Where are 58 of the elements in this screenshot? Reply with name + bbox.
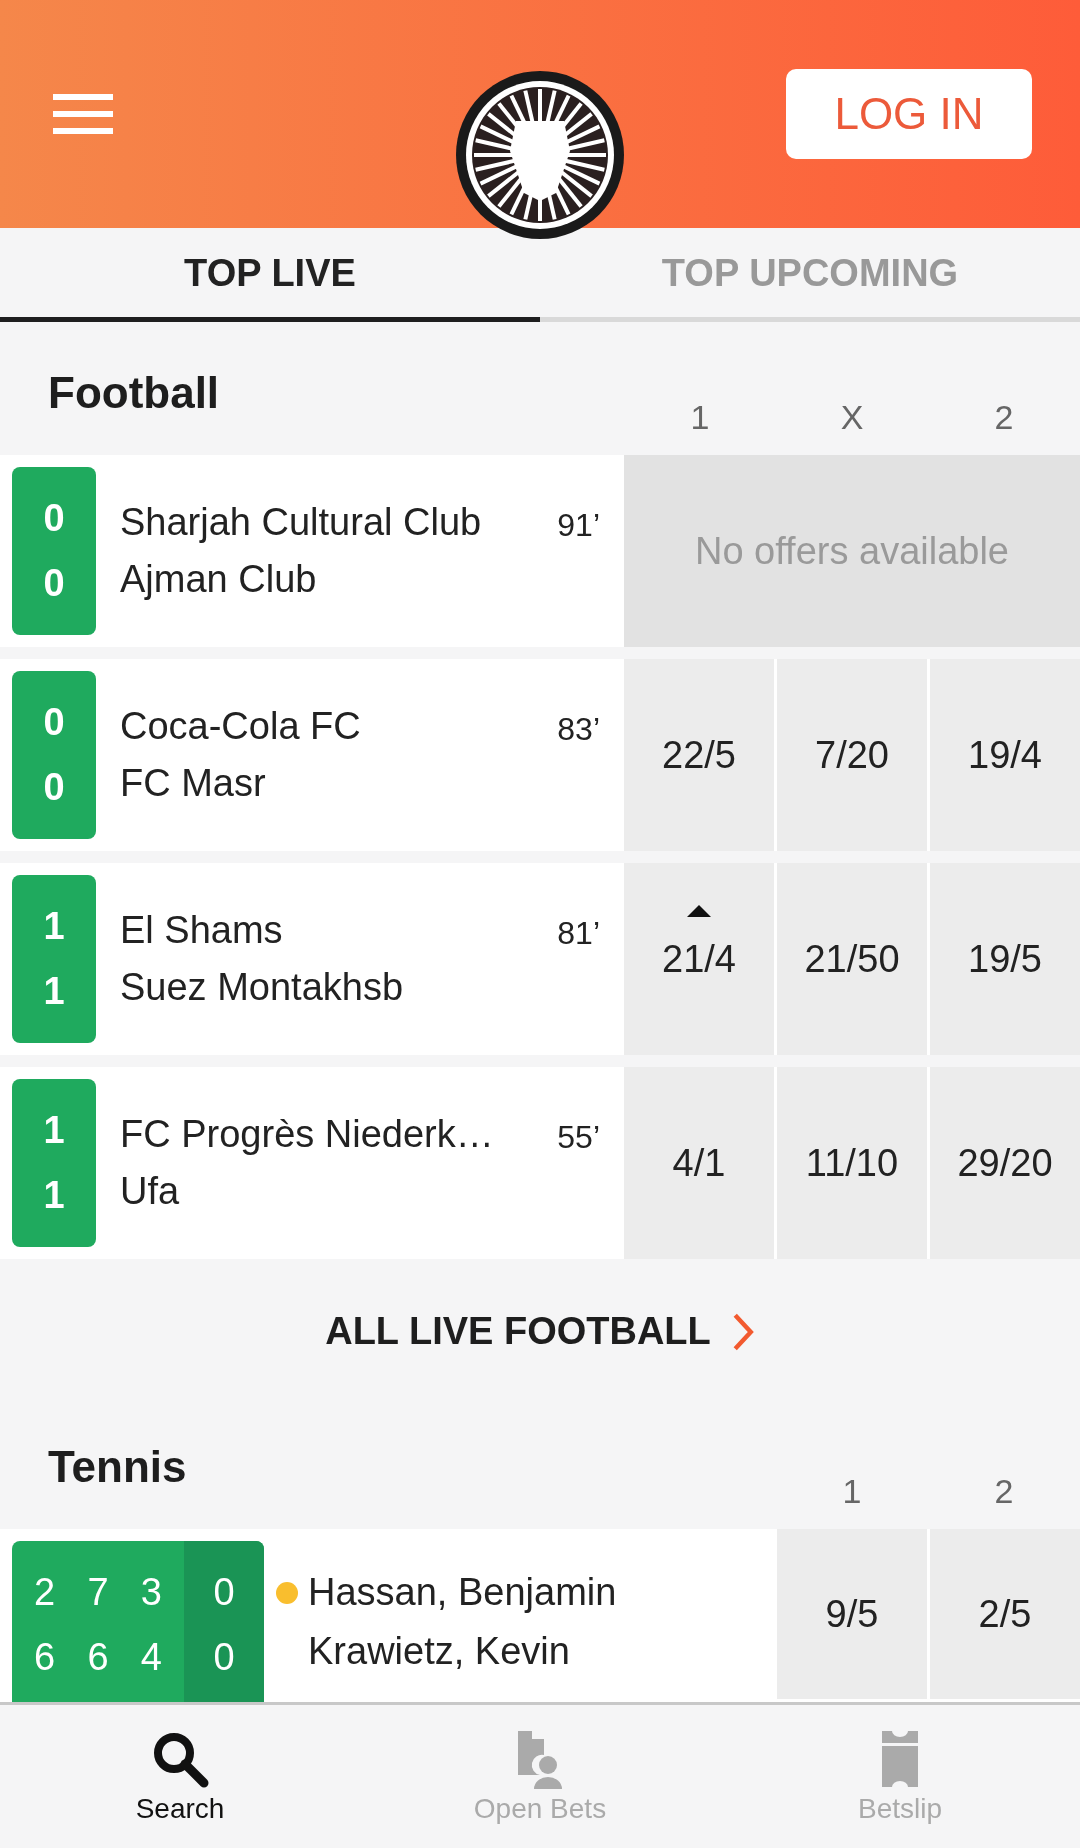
odds-button[interactable]: 29/20 — [930, 1067, 1080, 1259]
odds-button[interactable]: 11/10 — [777, 1067, 927, 1259]
set-score: 7 — [87, 1571, 109, 1614]
column-label: X — [839, 398, 865, 437]
score-text: 0 — [43, 701, 65, 744]
team-name: Ajman Club — [120, 558, 318, 601]
team-name: Ufa — [120, 1170, 181, 1213]
team-name: El Shams — [120, 909, 284, 952]
game-points: 0 — [213, 1571, 235, 1614]
team-name: Coca-Cola FC — [120, 705, 362, 748]
sunburst-logo[interactable] — [456, 71, 624, 239]
player-name: Hassan, Benjamin — [308, 1571, 617, 1614]
match-row[interactable]: 0 0 Sharjah Cultural Club Ajman Club 91’ No offers available — [0, 455, 1080, 647]
match-row[interactable]: 1 1 FC Progrès Niederk… Ufa 55’ 4/1 11/10 29/20 — [0, 1067, 1080, 1259]
odds-button[interactable]: 4/1 — [624, 1067, 774, 1259]
search-nav-item[interactable]: Search — [0, 1705, 360, 1848]
team-name: Sharjah Cultural Club — [120, 501, 483, 544]
tab[interactable]: TOP LIVE — [0, 228, 540, 322]
odds-button[interactable]: 22/5 — [624, 659, 774, 851]
all-live-link[interactable]: ALL LIVE FOOTBALL — [0, 1259, 1080, 1404]
match-minute: 55’ — [557, 1119, 600, 1156]
score-text: 0 — [43, 497, 65, 540]
match-minute: 91’ — [557, 507, 600, 544]
team-name: FC Progrès Niederk… — [120, 1113, 495, 1156]
match-minute: 83’ — [557, 711, 600, 748]
game-points: 0 — [213, 1636, 235, 1679]
team-name: FC Masr — [120, 762, 267, 805]
section-title: Football — [48, 367, 220, 418]
section-title: Tennis — [48, 1441, 187, 1492]
match-row[interactable]: 1 1 El Shams Suez Montakhsb 81’ 21/4 21/50 19/5 — [0, 863, 1080, 1055]
odds-button[interactable]: 19/4 — [930, 659, 1080, 851]
column-label: 1 — [689, 398, 711, 437]
match-row[interactable]: 2 7 3 6 6 4 0 0 Hassan, Benjamin Krawietz, Kevin 9/5 2/5 — [0, 1529, 1080, 1702]
score-text: 1 — [43, 1174, 65, 1217]
set-score: 3 — [140, 1571, 162, 1614]
score-text: 0 — [43, 562, 65, 605]
score-text: 1 — [43, 970, 65, 1013]
column-label: 1 — [841, 1472, 863, 1511]
no-offers-text: No offers available — [694, 529, 1009, 573]
odds-button[interactable]: 9/5 — [777, 1529, 927, 1699]
team-name: Suez Montakhsb — [120, 966, 405, 1009]
score-text: 0 — [43, 766, 65, 809]
score-text: 1 — [43, 1109, 65, 1152]
odds-button[interactable]: 21/4 — [624, 863, 774, 1055]
set-score: 4 — [140, 1636, 162, 1679]
odds-button[interactable]: 21/50 — [777, 863, 927, 1055]
odds-button[interactable]: 2/5 — [930, 1529, 1080, 1699]
score-text: 1 — [43, 905, 65, 948]
player-name: Krawietz, Kevin — [308, 1630, 570, 1673]
set-score: 6 — [87, 1636, 109, 1679]
match-minute: 81’ — [557, 915, 600, 952]
set-score: 6 — [34, 1636, 56, 1679]
column-label: 2 — [993, 398, 1015, 437]
match-row[interactable]: 0 0 Coca-Cola FC FC Masr 83’ 22/5 7/20 19/4 — [0, 659, 1080, 851]
odds-button[interactable]: 19/5 — [930, 863, 1080, 1055]
column-label: 2 — [993, 1472, 1015, 1511]
set-score: 2 — [34, 1571, 56, 1614]
odds-button[interactable]: 7/20 — [777, 659, 927, 851]
